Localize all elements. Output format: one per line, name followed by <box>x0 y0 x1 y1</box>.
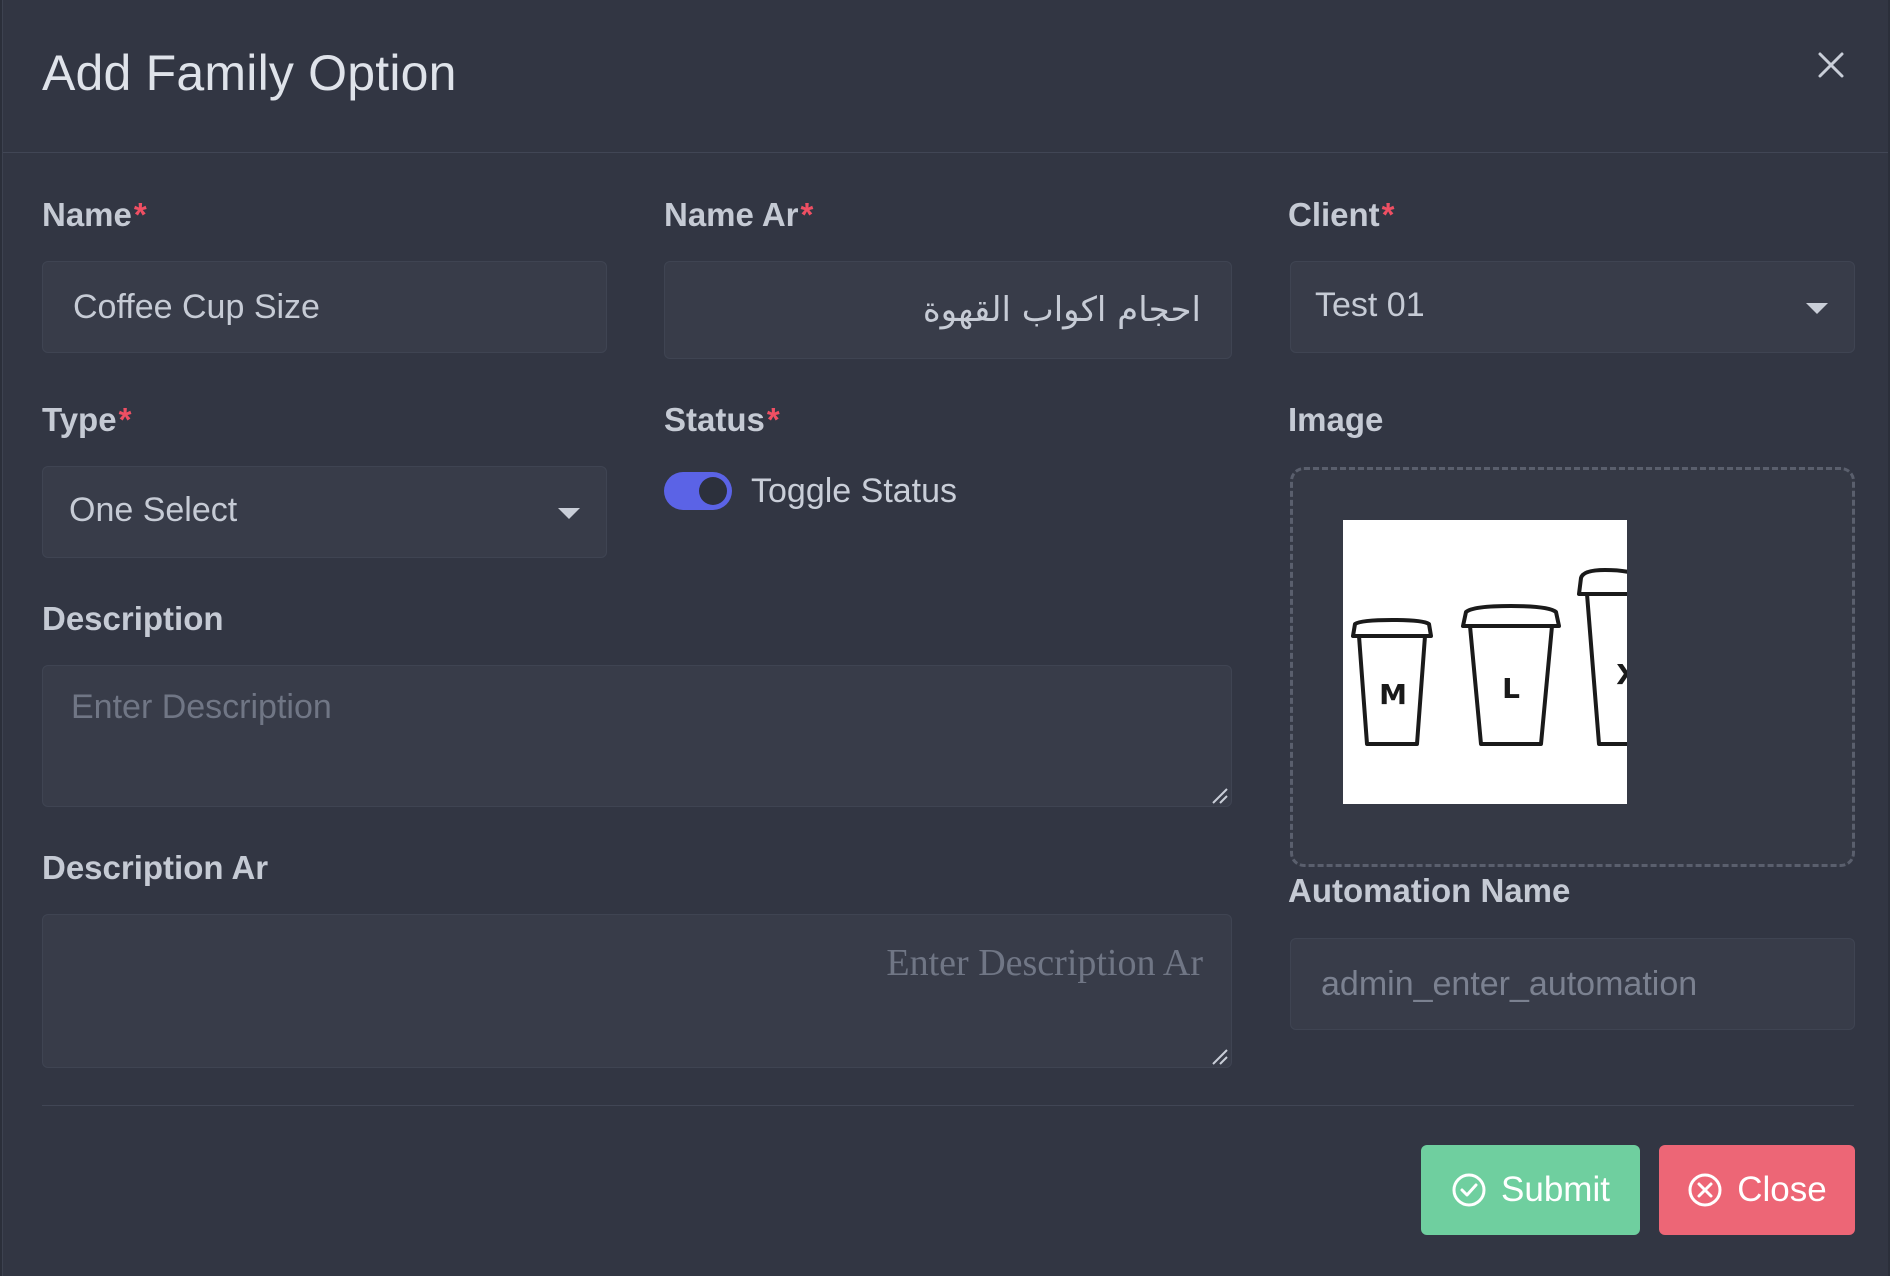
modal-title: Add Family Option <box>42 45 457 101</box>
check-circle-icon <box>1452 1173 1486 1207</box>
close-button[interactable]: Close <box>1659 1145 1855 1235</box>
client-label: Client* <box>1288 196 1395 233</box>
name-label: Name* <box>42 196 147 233</box>
caret-down-icon <box>558 508 580 519</box>
close-icon[interactable] <box>1816 50 1846 80</box>
image-label: Image <box>1288 401 1384 438</box>
toggle-knob <box>699 477 727 505</box>
name-input[interactable] <box>42 261 607 353</box>
type-select-value: One Select <box>69 491 238 529</box>
submit-button[interactable]: Submit <box>1421 1145 1640 1235</box>
caret-down-icon <box>1806 303 1828 314</box>
required-mark: * <box>766 401 780 438</box>
add-family-option-modal: Add Family Option Name* Name Ar* Client*… <box>2 0 1888 1276</box>
submit-label: Submit <box>1501 1170 1610 1209</box>
coffee-cups-image: M L X <box>1343 520 1627 804</box>
resize-handle-icon[interactable] <box>1211 1048 1229 1066</box>
description-ar-textarea[interactable] <box>42 914 1232 1068</box>
toggle-status-label: Toggle Status <box>751 472 958 510</box>
cup-label-x: X <box>1616 658 1627 691</box>
description-ar-label: Description Ar <box>42 849 269 886</box>
automation-name-input[interactable] <box>1290 938 1855 1030</box>
status-label: Status* <box>664 401 780 438</box>
cup-label-l: L <box>1502 672 1520 705</box>
modal-header: Add Family Option <box>3 0 1888 153</box>
status-toggle[interactable] <box>664 472 732 510</box>
description-textarea[interactable] <box>42 665 1232 807</box>
resize-handle-icon[interactable] <box>1211 787 1229 805</box>
x-circle-icon <box>1688 1173 1722 1207</box>
client-select-value: Test 01 <box>1315 286 1425 324</box>
footer-divider <box>42 1105 1854 1106</box>
required-mark: * <box>800 196 814 233</box>
name-ar-input[interactable] <box>664 261 1232 359</box>
close-label: Close <box>1737 1170 1827 1209</box>
description-label: Description <box>42 600 224 637</box>
automation-name-label: Automation Name <box>1288 872 1571 909</box>
type-select[interactable]: One Select <box>42 466 607 558</box>
type-label: Type* <box>42 401 132 438</box>
required-mark: * <box>1381 196 1395 233</box>
client-select[interactable]: Test 01 <box>1290 261 1855 353</box>
image-dropzone[interactable]: M L X <box>1290 467 1855 867</box>
cup-label-m: M <box>1379 678 1407 711</box>
required-mark: * <box>133 196 147 233</box>
name-ar-label: Name Ar* <box>664 196 814 233</box>
required-mark: * <box>118 401 132 438</box>
